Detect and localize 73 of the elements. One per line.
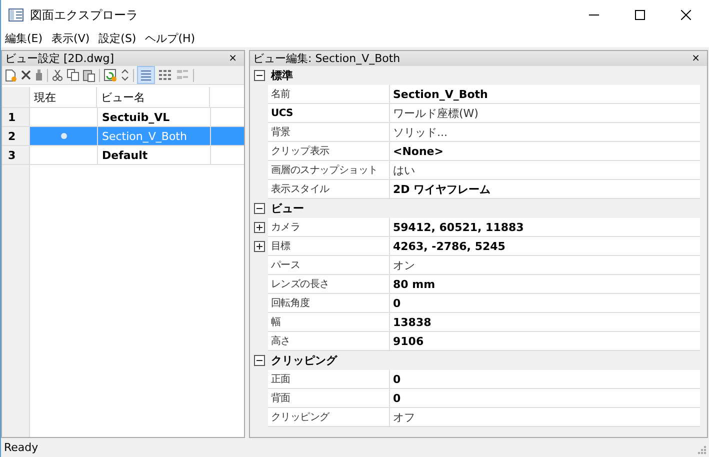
property-label: 正面 [268, 370, 390, 389]
list-view-icon[interactable] [138, 67, 154, 83]
menu-item[interactable]: 表示(V) [52, 31, 90, 46]
property-label: 幅 [268, 313, 390, 332]
property-label: パース [268, 256, 390, 275]
menu-item[interactable]: ヘルプ(H) [145, 31, 196, 46]
collapse-icon[interactable] [254, 203, 265, 214]
row-number: 3 [2, 146, 30, 164]
panel-close-button[interactable]: × [688, 53, 704, 64]
copy-icon[interactable] [67, 69, 79, 81]
property-value[interactable]: オフ [390, 408, 700, 427]
expand-icon[interactable] [254, 241, 264, 252]
property-value[interactable]: ワールド座標(W) [390, 104, 700, 123]
property-value[interactable]: 9106 [390, 332, 700, 351]
property-value[interactable]: 13838 [390, 313, 700, 332]
sort-icon[interactable] [121, 69, 129, 81]
paste-icon[interactable] [83, 68, 95, 82]
property-label: 回転角度 [268, 294, 390, 313]
collapse-icon[interactable] [254, 70, 265, 81]
section-title: クリッピング [271, 353, 337, 368]
property-value[interactable]: 59412, 60521, 11883 [390, 218, 700, 237]
property-label: UCS [268, 104, 390, 123]
status-text: Ready [4, 441, 38, 454]
maximize-icon[interactable] [635, 10, 645, 20]
table-cell: Section_V_Both [98, 127, 211, 145]
column-header[interactable]: 現在 [30, 87, 97, 107]
property-value[interactable]: はい [390, 161, 700, 180]
menu-item[interactable]: 設定(S) [98, 31, 136, 46]
row-number: 1 [2, 108, 30, 126]
panel-title: ビュー設定 [2D.dwg] [5, 51, 114, 66]
property-value[interactable]: <None> [390, 142, 700, 161]
resize-grip-icon[interactable] [698, 446, 706, 454]
close-icon[interactable] [681, 10, 691, 20]
property-value[interactable]: 0 [390, 294, 700, 313]
section-title: 標準 [271, 68, 293, 83]
property-value[interactable]: オン [390, 256, 700, 275]
property-label: クリップ表示 [268, 142, 390, 161]
property-value[interactable]: 2D ワイヤフレーム [390, 180, 700, 199]
grid-view-icon[interactable] [158, 69, 172, 81]
table-row[interactable]: 3 Default [2, 146, 244, 165]
refresh-icon[interactable] [104, 68, 117, 82]
property-label: カメラ [268, 218, 390, 237]
property-value[interactable]: Section_V_Both [390, 85, 700, 104]
property-label: 目標 [268, 237, 390, 256]
property-value[interactable]: 0 [390, 389, 700, 408]
property-label: 名前 [268, 85, 390, 104]
cut-icon[interactable] [52, 69, 63, 81]
app-icon [8, 7, 24, 23]
table-cell: Default [98, 146, 211, 164]
property-label: クリッピング [268, 408, 390, 427]
property-value[interactable]: ソリッド... [390, 123, 700, 142]
window-title: 図面エクスプローラ [30, 6, 138, 24]
menu-item[interactable]: 編集(E) [5, 31, 43, 46]
collapse-icon[interactable] [254, 355, 265, 366]
delete-icon[interactable] [21, 70, 31, 80]
property-label: 画層のスナップショット [268, 161, 390, 180]
property-value[interactable]: 0 [390, 370, 700, 389]
property-label: レンズの長さ [268, 275, 390, 294]
row-number: 2 [2, 127, 30, 145]
property-label: 高さ [268, 332, 390, 351]
property-value[interactable]: 4263, -2786, 5245 [390, 237, 700, 256]
column-header[interactable]: ビュー名 [97, 87, 210, 107]
property-label: 背景 [268, 123, 390, 142]
section-title: ビュー [271, 201, 304, 216]
property-value[interactable]: 80 mm [390, 275, 700, 294]
table-cell: Sectuib_VL [98, 108, 211, 126]
panel-title: ビュー編集: Section_V_Both [253, 51, 400, 66]
new-icon[interactable] [5, 68, 17, 82]
property-label: 背面 [268, 389, 390, 408]
table-row[interactable]: 2 Section_V_Both [2, 127, 244, 146]
property-label: 表示スタイル [268, 180, 390, 199]
expand-icon[interactable] [254, 222, 264, 233]
panel-close-button[interactable]: × [224, 53, 241, 64]
